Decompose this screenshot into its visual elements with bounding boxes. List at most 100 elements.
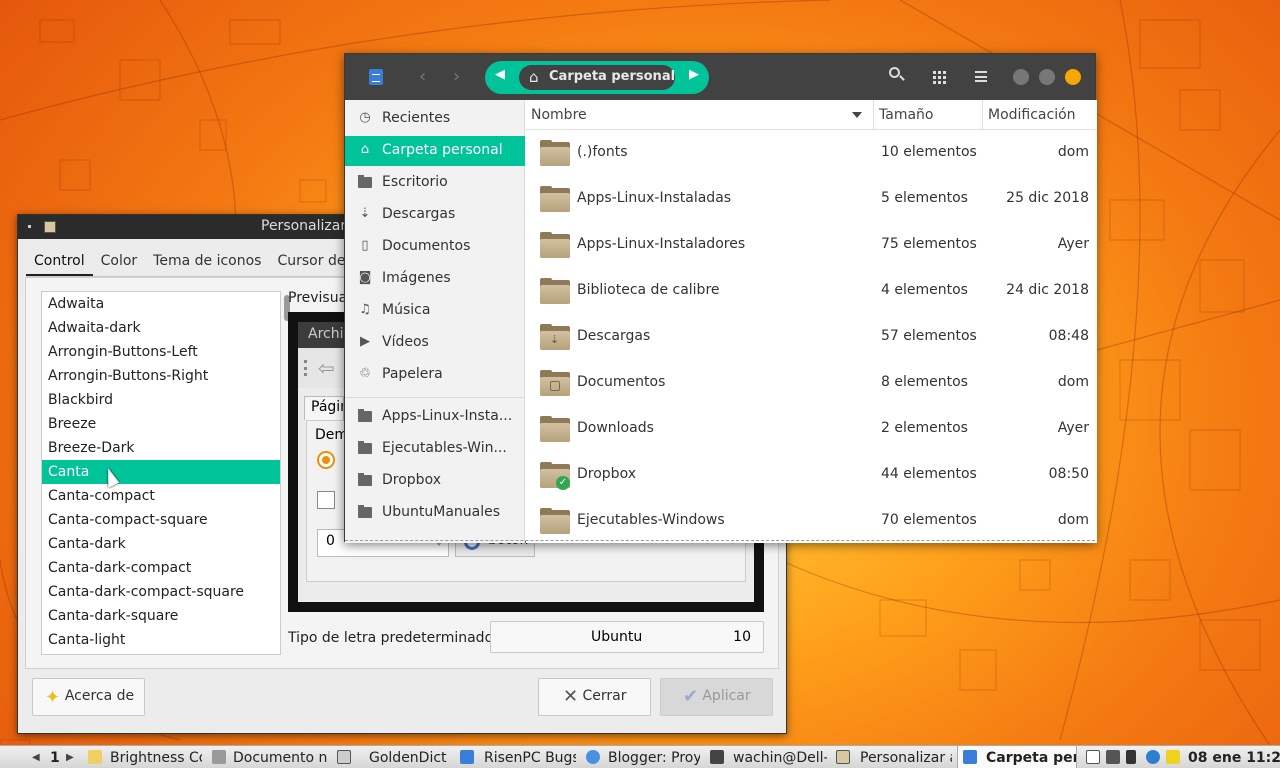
file-row[interactable]: Apps-Linux-Instaladas 5 elementos 25 dic…: [526, 176, 1097, 222]
back-arrow-icon[interactable]: ‹: [419, 66, 426, 87]
window-bottom-edge: [345, 539, 1095, 541]
keyboard-tray-icon[interactable]: [1106, 750, 1120, 764]
workspace-number[interactable]: 1: [50, 748, 60, 768]
sidebar-item-escritorio[interactable]: Escritorio: [345, 168, 525, 198]
theme-list-item-selected[interactable]: Canta: [42, 460, 280, 484]
appearance-icon: [836, 750, 850, 764]
dropbox-tray-icon[interactable]: [1086, 750, 1100, 764]
apply-button[interactable]: ✔ Aplicar: [660, 678, 773, 716]
forward-arrow-icon[interactable]: ›: [453, 66, 460, 87]
theme-list-item[interactable]: Adwaita: [42, 292, 280, 316]
theme-list-item[interactable]: Arrongin-Buttons-Left: [42, 340, 280, 364]
column-modified[interactable]: Modificación: [988, 107, 1076, 123]
file-name: Biblioteca de calibre: [577, 282, 720, 298]
theme-list-item[interactable]: Canta-light: [42, 628, 280, 652]
theme-list[interactable]: Adwaita Adwaita-dark Arrongin-Buttons-Le…: [41, 291, 281, 655]
tab-control[interactable]: Control: [26, 251, 93, 276]
taskbar-task[interactable]: GoldenDict: [369, 748, 453, 768]
theme-list-item[interactable]: Canta-dark-compact: [42, 556, 280, 580]
close-window-button[interactable]: [1065, 69, 1081, 85]
theme-list-item[interactable]: Canta-compact-square: [42, 508, 280, 532]
pager-prev-icon[interactable]: ◀: [32, 748, 40, 768]
column-divider[interactable]: [982, 100, 983, 130]
theme-list-item[interactable]: Canta-dark-compact-square: [42, 580, 280, 604]
sidebar-item-label: Recientes: [382, 110, 451, 126]
network-icon[interactable]: [1146, 750, 1160, 764]
file-row[interactable]: ✓ Dropbox 44 elementos 08:50: [526, 452, 1097, 498]
theme-list-item[interactable]: Breeze-Dark: [42, 436, 280, 460]
theme-list-item[interactable]: Adwaita-dark: [42, 316, 280, 340]
taskbar-task[interactable]: Blogger: Proye: [608, 748, 700, 768]
files-app-icon[interactable]: [369, 69, 383, 85]
sidebar-bookmark[interactable]: Ejecutables-Win...: [345, 434, 525, 464]
theme-list-item[interactable]: Arrongin-Buttons-Right: [42, 364, 280, 388]
hamburger-menu-icon[interactable]: [975, 71, 987, 82]
camera-icon: ◙: [358, 270, 372, 285]
taskbar-task[interactable]: Personalizar a: [860, 748, 952, 768]
sort-descending-icon[interactable]: [852, 112, 862, 118]
notes-tray-icon[interactable]: [1166, 750, 1180, 764]
file-row[interactable]: Apps-Linux-Instaladores 75 elementos Aye…: [526, 222, 1097, 268]
tab-icon-theme[interactable]: Tema de iconos: [145, 251, 269, 276]
taskbar-task[interactable]: wachin@Dell-I: [733, 748, 827, 768]
theme-list-item[interactable]: Breeze: [42, 412, 280, 436]
dictionary-icon: [337, 750, 351, 764]
file-row[interactable]: Downloads 2 elementos Ayer: [526, 406, 1097, 452]
pager-next-icon[interactable]: ▶: [66, 748, 74, 768]
sidebar-bookmark[interactable]: UbuntuManuales: [345, 498, 525, 528]
file-row[interactable]: ⇣ Descargas 57 elementos 08:48: [526, 314, 1097, 360]
close-button[interactable]: ✕ Cerrar: [538, 678, 651, 716]
font-name: Ubuntu: [591, 629, 643, 645]
file-modified: 25 dic 2018: [1006, 190, 1089, 206]
file-row[interactable]: Documentos 8 elementos dom: [526, 360, 1097, 406]
file-modified: dom: [1057, 512, 1089, 528]
window-menu-icon[interactable]: [28, 225, 31, 228]
sidebar-item-imagenes[interactable]: ◙ Imágenes: [345, 264, 525, 294]
sidebar-item-recientes[interactable]: ◷ Recientes: [345, 104, 525, 134]
font-size: 10: [733, 629, 751, 645]
maximize-button[interactable]: [1039, 69, 1055, 85]
path-left-arrow-icon[interactable]: ◀: [495, 67, 505, 82]
theme-list-item[interactable]: Canta-compact: [42, 484, 280, 508]
clock[interactable]: 08 ene 11:29: [1188, 748, 1280, 768]
about-button[interactable]: ✦ Acerca de: [32, 678, 145, 716]
tab-color[interactable]: Color: [93, 251, 146, 276]
download-folder-icon: ⇣: [540, 324, 570, 350]
folder-icon: [358, 473, 372, 486]
sidebar-item-home[interactable]: ⌂ Carpeta personal: [345, 136, 525, 166]
minimize-button[interactable]: [1013, 69, 1029, 85]
path-right-arrow-icon[interactable]: ▶: [689, 67, 699, 82]
file-row[interactable]: Ejecutables-Windows 70 elementos dom: [526, 498, 1097, 543]
toolbar-grip-icon: [304, 360, 307, 376]
sidebar-item-videos[interactable]: ▶ Vídeos: [345, 328, 525, 358]
places-sidebar: ◷ Recientes ⌂ Carpeta personal Escritori…: [345, 100, 525, 543]
file-row[interactable]: Biblioteca de calibre 4 elementos 24 dic…: [526, 268, 1097, 314]
sidebar-item-musica[interactable]: ♫ Música: [345, 296, 525, 326]
path-segment-home[interactable]: ⌂ Carpeta personal: [519, 65, 675, 90]
taskbar-task-active[interactable]: Carpeta pers: [957, 746, 1077, 768]
column-name[interactable]: Nombre: [531, 107, 587, 123]
sidebar-item-descargas[interactable]: ⇣ Descargas: [345, 200, 525, 230]
file-modified: Ayer: [1057, 236, 1089, 252]
file-name: Documentos: [577, 374, 666, 390]
taskbar-task[interactable]: RisenPC Bugs: [484, 748, 576, 768]
theme-list-item[interactable]: Canta-dark: [42, 532, 280, 556]
theme-list-item[interactable]: Blackbird: [42, 388, 280, 412]
about-button-label: Acerca de: [64, 688, 135, 704]
sidebar-item-documentos[interactable]: ▯ Documentos: [345, 232, 525, 262]
sidebar-item-papelera[interactable]: ♲ Papelera: [345, 360, 525, 390]
sidebar-bookmark[interactable]: Apps-Linux-Insta...: [345, 402, 525, 432]
taskbar-task[interactable]: Documento no: [233, 748, 328, 768]
file-name: Downloads: [577, 420, 654, 436]
file-row[interactable]: (.)fonts 10 elementos dom: [526, 130, 1097, 176]
sidebar-bookmark[interactable]: Dropbox: [345, 466, 525, 496]
taskbar-task[interactable]: Brightness Co: [110, 748, 202, 768]
back-arrow-icon: ⇦: [318, 356, 335, 380]
volume-icon[interactable]: [1126, 750, 1136, 764]
grid-view-icon[interactable]: [933, 71, 946, 84]
column-divider[interactable]: [873, 100, 874, 130]
font-chooser-button[interactable]: Ubuntu 10: [490, 621, 764, 653]
browser-icon: [586, 750, 600, 764]
theme-list-item[interactable]: Canta-dark-square: [42, 604, 280, 628]
column-size[interactable]: Tamaño: [879, 107, 933, 123]
